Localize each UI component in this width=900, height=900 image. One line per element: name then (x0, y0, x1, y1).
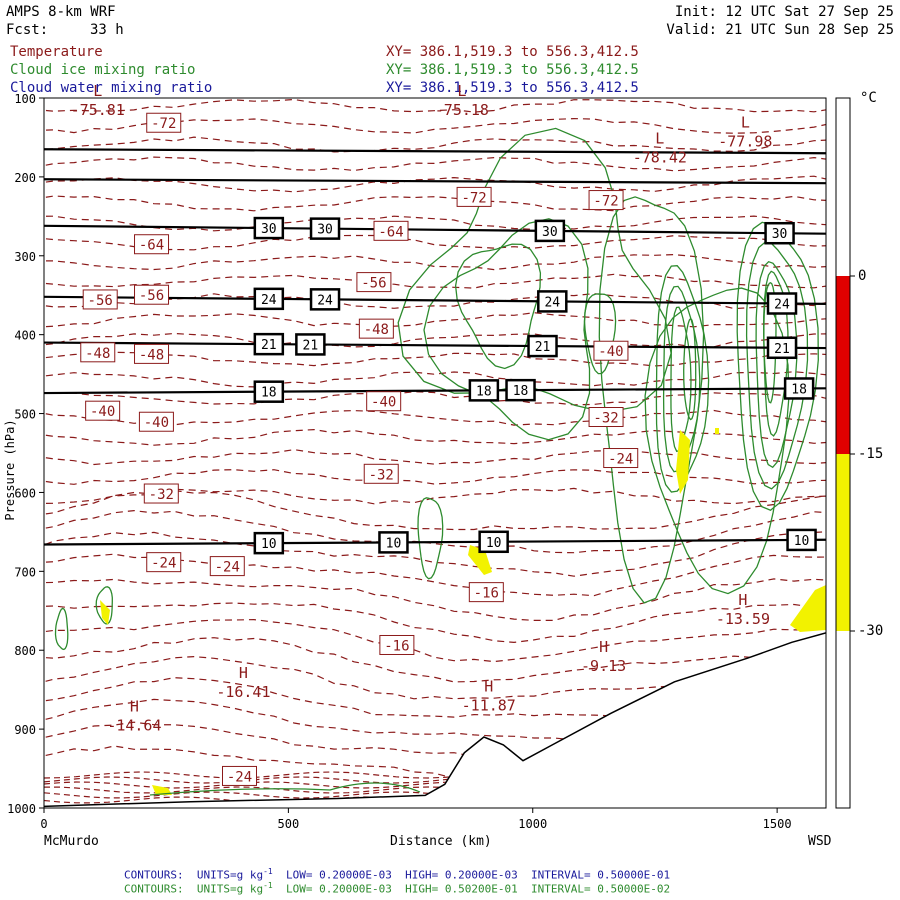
footer-units-text: CONTOURS: UNITS=g kg (124, 882, 264, 896)
isotherm-label: -40 (371, 395, 396, 411)
isotherm-label: -32 (369, 467, 394, 483)
extremum-marker: H (239, 664, 248, 682)
isotach-label: 30 (542, 225, 558, 240)
isotherm-label: -32 (149, 487, 174, 503)
isotherm-label: -48 (139, 347, 164, 363)
isotach-label: 10 (486, 536, 502, 551)
isotherm-label: -24 (608, 452, 633, 468)
x-tick-label: 500 (278, 817, 300, 831)
isotach-label: 21 (774, 342, 790, 357)
isotach-label: 30 (317, 223, 333, 238)
isotach-label: 18 (791, 382, 807, 397)
extremum-value: -13.59 (716, 610, 770, 628)
extremum-marker: L (93, 82, 102, 100)
extremum-marker: H (599, 638, 608, 656)
y-tick-label: 600 (14, 486, 36, 500)
colorbar-segment-yellow (836, 454, 850, 631)
colorbar-tick-0: 0 (858, 268, 867, 284)
extremum-value: -16.41 (216, 683, 270, 701)
x-tick-label: 1500 (763, 817, 792, 831)
isotherm-label: -64 (378, 224, 403, 240)
y-tick-label: 200 (14, 171, 36, 185)
extremum-value: -9.13 (581, 657, 626, 675)
colorbar-unit: °C (860, 90, 877, 106)
extremum-marker: L (457, 82, 466, 100)
isotherm-label: -72 (151, 116, 176, 132)
y-tick-label: 1000 (7, 802, 36, 816)
isotach-label: 21 (303, 338, 319, 353)
isotherm-label: -64 (139, 238, 164, 254)
isotherm-label: -40 (598, 344, 623, 360)
extremum-marker: L (655, 129, 664, 147)
isotach-label: 24 (544, 295, 560, 310)
start-location-label: McMurdo (44, 834, 99, 849)
isotherm-label: -48 (364, 322, 389, 338)
cross-section-chart: 30 30 30 30 24 24 24 24 21 21 21 21 18 18 18 18 10 10 10 10… (3, 82, 855, 831)
isotach-label: 18 (476, 384, 492, 399)
y-tick-label: 700 (14, 565, 36, 579)
isotach-label: 10 (386, 536, 402, 551)
isotach-label: 21 (261, 338, 277, 353)
isotherm-label: -24 (215, 560, 240, 576)
isotherm-label: -72 (593, 194, 618, 210)
extremum-value: -75.81 (71, 101, 125, 119)
isotach-label: 24 (261, 293, 277, 308)
y-axis-label: Pressure (hPa) (3, 419, 17, 520)
y-tick-label: 900 (14, 723, 36, 737)
extremum-marker: H (130, 697, 139, 715)
isotherm-label: -56 (139, 288, 164, 304)
y-tick-label: 100 (14, 92, 36, 106)
isotherm-label: -56 (88, 293, 113, 309)
y-tick-label: 800 (14, 644, 36, 658)
isotach-label: 21 (535, 340, 551, 355)
x-tick-label: 0 (40, 817, 47, 831)
isotherm-label: -24 (227, 769, 252, 785)
isotherm-label: -48 (85, 346, 110, 362)
extremum-value: -14.64 (107, 716, 161, 734)
colorbar-tick-30: -30 (858, 623, 884, 639)
extremum-value: -11.87 (462, 697, 516, 715)
colorbar-tick-15: -15 (858, 446, 884, 462)
isotach-label: 18 (513, 384, 529, 399)
isotherm-label: -72 (461, 190, 486, 206)
y-tick-label: 400 (14, 329, 36, 343)
isotherm-label: -16 (384, 638, 409, 654)
isotach-label: 30 (261, 222, 277, 237)
isotherm-label: -56 (361, 276, 386, 292)
isotherm-label: -32 (593, 411, 618, 427)
extremum-value: -77.98 (718, 133, 772, 151)
shaded-temperature-region (715, 428, 719, 434)
footer-units-exponent: -1 (263, 881, 273, 890)
y-tick-label: 300 (14, 250, 36, 264)
x-axis-label: Distance (km) (390, 834, 492, 849)
isotach-label: 10 (794, 534, 810, 549)
isotach-label: 10 (261, 537, 277, 552)
end-location-label: WSD (808, 834, 832, 849)
extremum-marker: H (738, 591, 747, 609)
isotherm-label: -40 (144, 415, 169, 431)
colorbar-segment-red (836, 276, 850, 454)
isotherm-label: -24 (151, 556, 176, 572)
extremum-marker: H (484, 678, 493, 696)
y-tick-label: 500 (14, 408, 36, 422)
isotherm-label: -40 (90, 404, 115, 420)
extremum-value: -78.42 (633, 148, 687, 166)
footer-units-exponent: -1 (263, 867, 273, 876)
isotach-label: 30 (772, 227, 788, 242)
footer-cloud-ice-contours: CONTOURS: UNITS=g kg-1 LOW= 0.20000E-03 … (124, 880, 670, 896)
extremum-marker: L (741, 114, 750, 132)
footer-contour-info: LOW= 0.20000E-03 HIGH= 0.50200E-01 INTER… (272, 882, 671, 896)
isotach-label: 18 (261, 386, 277, 401)
isotach-label: 24 (774, 298, 790, 313)
isotach-label: 24 (317, 293, 333, 308)
x-tick-label: 1000 (518, 817, 547, 831)
extremum-value: -75.18 (435, 101, 489, 119)
isotherm-label: -16 (474, 586, 499, 602)
